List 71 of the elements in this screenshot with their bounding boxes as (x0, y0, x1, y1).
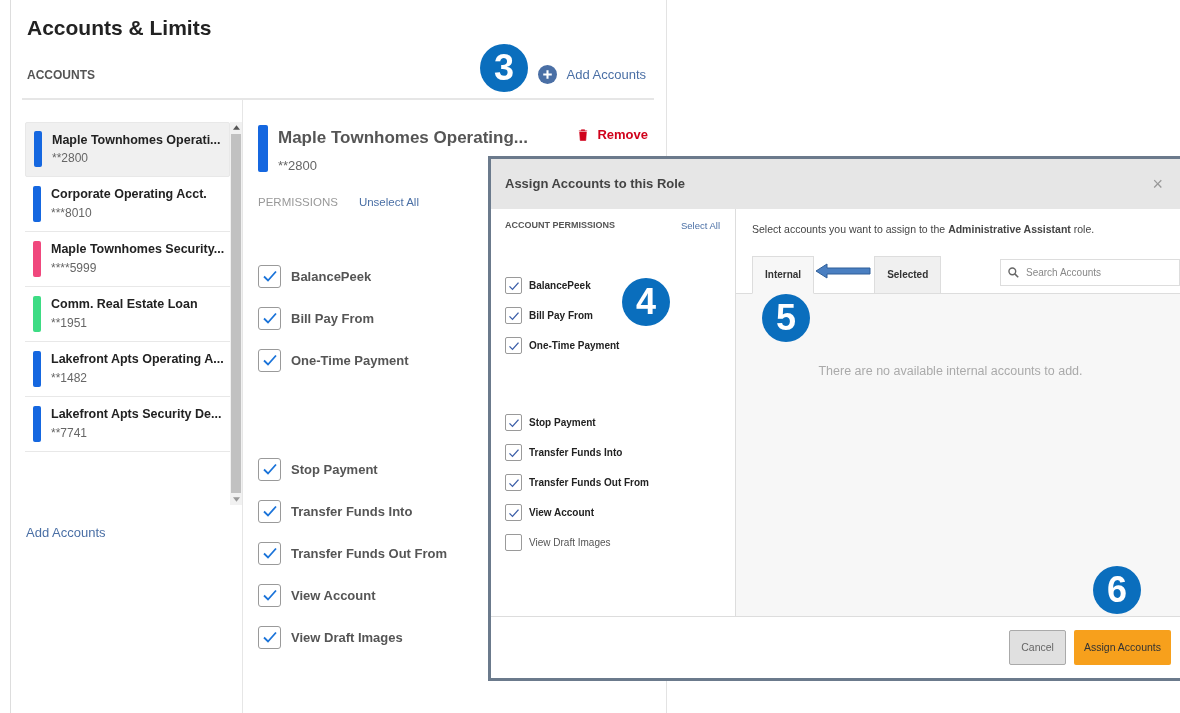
remove-button[interactable]: Remove (578, 124, 648, 145)
checkbox[interactable] (505, 534, 522, 552)
checkbox[interactable] (505, 444, 522, 462)
account-title: Maple Townhomes Operating... (278, 126, 528, 149)
permissions-label: PERMISSIONS (258, 194, 338, 210)
permission-label: Bill Pay From (291, 309, 375, 328)
checkbox[interactable] (505, 307, 522, 325)
permission-label: View Account (291, 586, 376, 605)
checkbox[interactable] (505, 277, 522, 295)
account-number: **1482 (51, 369, 89, 387)
permission-label: Stop Payment (529, 416, 596, 431)
permission-label: BalancePeek (291, 267, 372, 286)
page-title: Accounts & Limits (27, 15, 213, 41)
account-name: Maple Townhomes Security... (51, 241, 225, 259)
account-number: **2800 (278, 157, 319, 175)
account-number: ***8010 (51, 204, 93, 222)
permission-label: Transfer Funds Into (291, 502, 413, 521)
permission-label: View Draft Images (529, 536, 611, 551)
search-field[interactable]: Search Accounts (1000, 258, 1180, 286)
checkbox[interactable] (258, 348, 281, 372)
select-all-link[interactable]: Select All (680, 219, 720, 234)
step-number-badge: 3 (480, 44, 528, 92)
search-icon (1008, 266, 1019, 278)
section-heading: ACCOUNT PERMISSIONS (505, 219, 615, 233)
permission-label: Bill Pay From (529, 309, 593, 324)
empty-state-message: There are no available internal accounts to add. (817, 362, 1084, 380)
permission-label: Stop Payment (291, 460, 378, 479)
permission-label: Transfer Funds Out From (529, 476, 649, 491)
add-accounts-link[interactable]: Add Accounts (537, 64, 646, 85)
permission-label: Transfer Funds Into (529, 446, 623, 461)
account-name: Lakefront Apts Security De... (51, 406, 222, 424)
checkbox[interactable] (258, 625, 281, 649)
account-name: Comm. Real Estate Loan (51, 296, 198, 314)
account-name: Corporate Operating Acct. (51, 186, 207, 204)
checkbox[interactable] (505, 504, 522, 522)
add-accounts-link[interactable]: Add Accounts (26, 522, 242, 542)
annotation-arrow (815, 263, 871, 279)
unselect-all-link[interactable]: Unselect All (358, 193, 419, 211)
checkbox[interactable] (258, 457, 281, 481)
account-name: Lakefront Apts Operating A... (51, 351, 224, 369)
permission-label: View Account (529, 506, 594, 521)
checkbox[interactable] (505, 337, 522, 355)
permission-label: One-Time Payment (529, 339, 620, 354)
permission-label: BalancePeek (529, 279, 591, 294)
assign-accounts-button[interactable]: Assign Accounts (1073, 630, 1171, 665)
section-label: ACCOUNTS (27, 66, 95, 84)
instruction-text: Select accounts you want to assign to the Administrative Assistant role. (752, 222, 1096, 237)
checkbox[interactable] (505, 414, 522, 432)
checkbox[interactable] (505, 474, 522, 492)
checkbox[interactable] (258, 306, 281, 330)
tab[interactable]: Selected (874, 255, 942, 294)
account-number: **7741 (51, 424, 89, 442)
checkbox[interactable] (258, 264, 281, 288)
account-number: **1951 (51, 314, 89, 332)
modal-title: Assign Accounts to this Role (505, 175, 686, 194)
account-list-item[interactable]: Maple Townhomes Operati... **2800 (25, 121, 231, 177)
trash-icon (578, 128, 589, 141)
plus-circle-icon (537, 65, 557, 84)
permission-label: View Draft Images (291, 628, 403, 647)
permission-label: Transfer Funds Out From (291, 544, 447, 563)
scroll-up-icon[interactable] (232, 124, 240, 130)
account-number: ****5999 (51, 259, 98, 277)
checkbox[interactable] (258, 499, 281, 523)
account-name: Maple Townhomes Operati... (52, 131, 221, 149)
tab[interactable]: Internal (752, 255, 815, 294)
checkbox[interactable] (258, 583, 281, 607)
permission-label: One-Time Payment (291, 351, 409, 370)
scroll-down-icon[interactable] (232, 496, 240, 502)
account-number: **2800 (52, 150, 90, 168)
checkbox[interactable] (258, 541, 281, 565)
cancel-button[interactable]: Cancel (1009, 630, 1066, 665)
